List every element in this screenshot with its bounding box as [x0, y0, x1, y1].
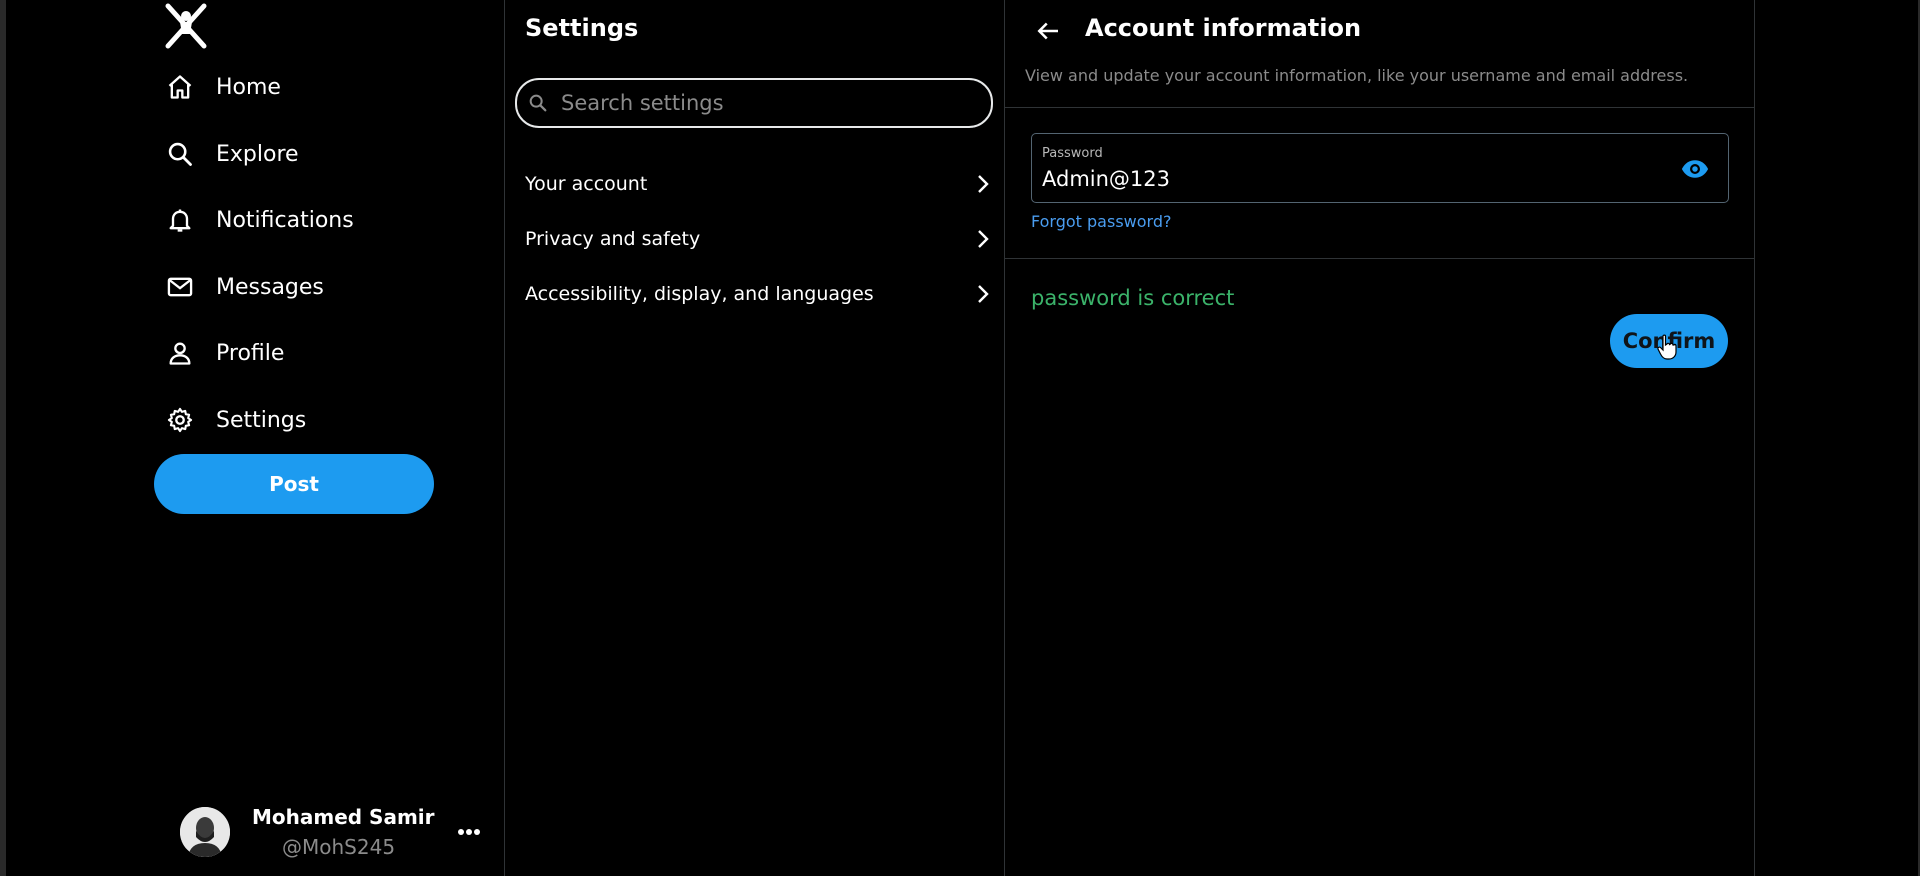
home-icon: [168, 75, 192, 99]
sidebar-item-messages[interactable]: Messages: [166, 263, 466, 311]
sidebar-item-label: Notifications: [216, 207, 354, 233]
confirm-button[interactable]: Confirm: [1610, 314, 1728, 368]
page-subtitle: View and update your account information…: [1025, 66, 1689, 85]
forgot-password-link[interactable]: Forgot password?: [1031, 212, 1171, 231]
more-options-icon[interactable]: [454, 824, 484, 840]
settings-item-label: Accessibility, display, and languages: [525, 283, 874, 305]
password-field[interactable]: Password: [1031, 133, 1729, 203]
chevron-right-icon: [978, 230, 989, 248]
sidebar-item-explore[interactable]: Explore: [166, 130, 466, 178]
chevron-right-icon: [978, 285, 989, 303]
settings-search[interactable]: [515, 78, 993, 128]
bell-icon: [169, 209, 191, 232]
sidebar-item-settings[interactable]: Settings: [166, 396, 466, 444]
section-divider: [1005, 107, 1755, 108]
avatar: [180, 807, 230, 857]
sidebar-item-home[interactable]: Home: [166, 63, 466, 111]
gear-icon: [167, 407, 193, 433]
sidebar-nav: Home Explore Notifications Messages Prof…: [154, 0, 504, 876]
account-switcher[interactable]: Mohamed Samir @MohS245: [180, 802, 500, 862]
profile-name: Mohamed Samir: [252, 805, 435, 829]
settings-panel: Settings Your account Privacy and safety…: [505, 0, 1003, 876]
search-input[interactable]: [559, 90, 963, 116]
x-logo-icon[interactable]: [162, 2, 210, 50]
mail-icon: [167, 277, 193, 297]
settings-item-label: Privacy and safety: [525, 228, 701, 250]
post-button[interactable]: Post: [154, 454, 434, 514]
search-icon: [168, 142, 192, 166]
settings-item-accessibility[interactable]: Accessibility, display, and languages: [525, 274, 995, 314]
search-icon: [529, 94, 547, 112]
chevron-right-icon: [978, 175, 989, 193]
section-divider: [1005, 258, 1755, 259]
settings-item-your-account[interactable]: Your account: [525, 164, 995, 204]
settings-item-label: Your account: [525, 173, 648, 195]
profile-handle: @MohS245: [282, 835, 396, 859]
sidebar-item-label: Settings: [216, 407, 307, 433]
account-info-panel: Account information View and update your…: [1005, 0, 1755, 876]
sidebar-item-label: Profile: [216, 340, 285, 366]
password-input[interactable]: [1040, 166, 1644, 192]
sidebar-item-notifications[interactable]: Notifications: [166, 196, 466, 244]
eye-icon[interactable]: [1680, 154, 1710, 184]
person-icon: [169, 342, 191, 365]
sidebar-item-label: Explore: [216, 141, 299, 167]
sidebar-item-label: Home: [216, 74, 281, 100]
sidebar-item-label: Messages: [216, 274, 324, 300]
sidebar-item-profile[interactable]: Profile: [166, 329, 466, 377]
page-title: Account information: [1085, 14, 1362, 42]
settings-item-privacy[interactable]: Privacy and safety: [525, 219, 995, 259]
password-status-message: password is correct: [1031, 286, 1235, 310]
window-frame-left: [0, 0, 6, 876]
password-label: Password: [1042, 146, 1103, 161]
page-title: Settings: [525, 14, 639, 42]
back-arrow-icon[interactable]: [1033, 16, 1063, 46]
